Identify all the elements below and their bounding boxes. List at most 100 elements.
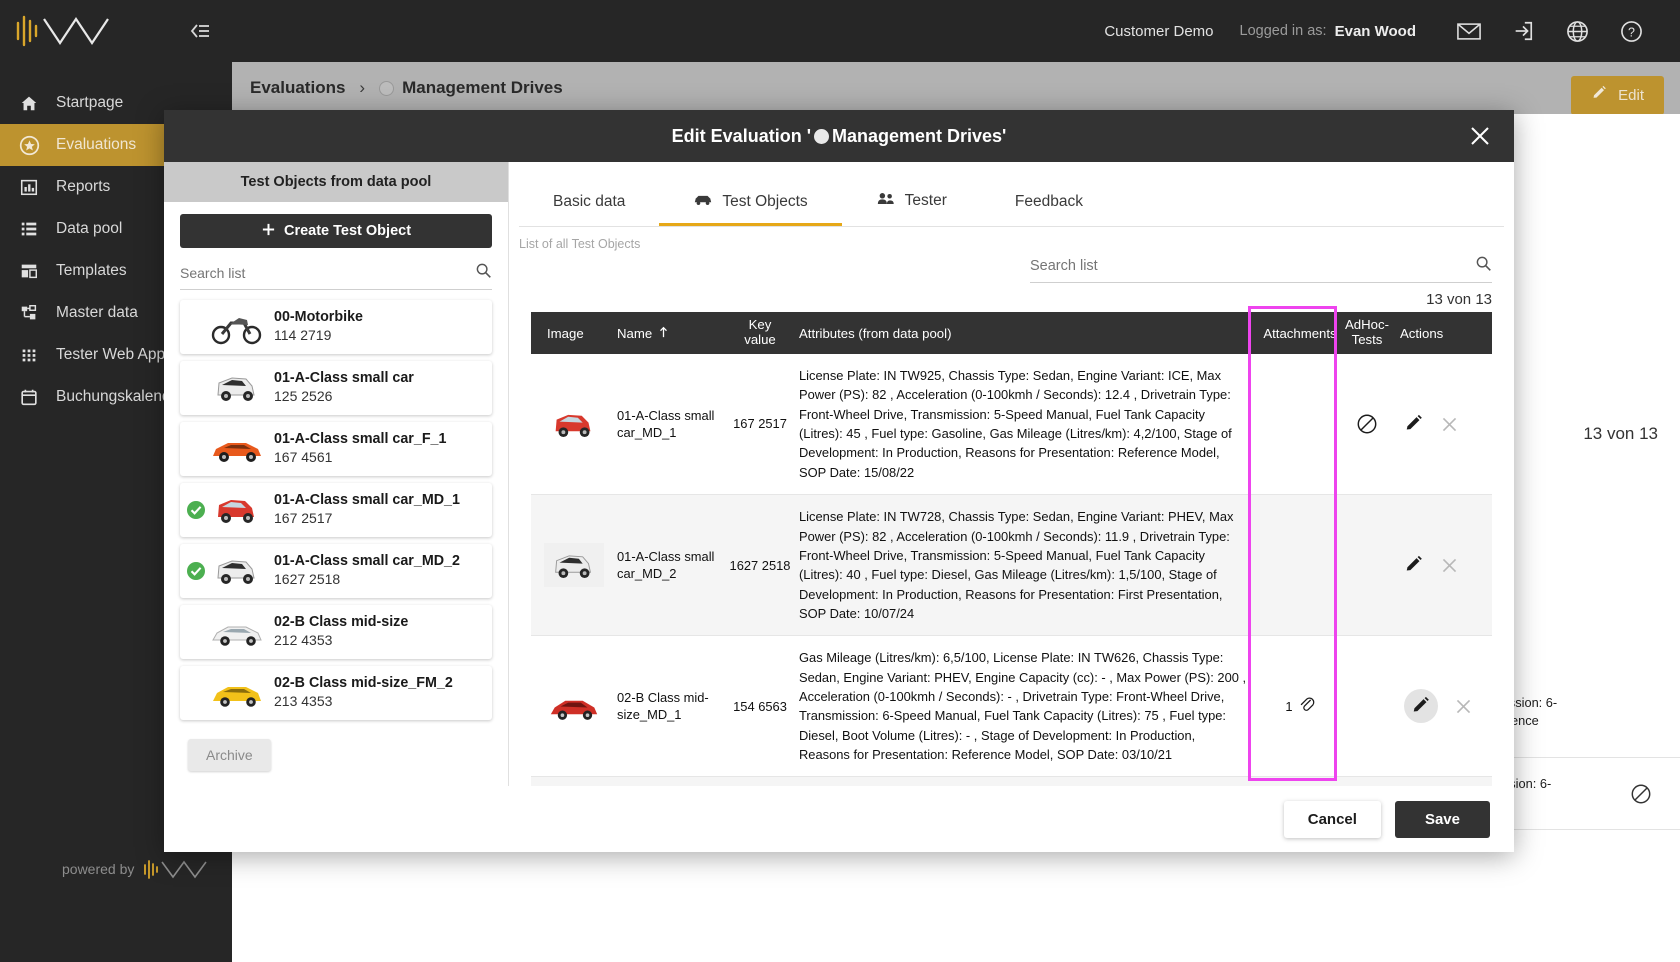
close-x-icon[interactable]	[1440, 556, 1459, 575]
row-name: 01-A-Class small car_MD_1	[617, 407, 715, 441]
collapse-panel-icon[interactable]	[188, 20, 212, 42]
list-item[interactable]: 02-B Class mid-size 212 4353	[180, 605, 492, 659]
dialog-title: Edit Evaluation ' Management Drives '	[672, 126, 1007, 147]
tab-feedback[interactable]: Feedback	[981, 193, 1117, 226]
customer-name: Customer Demo	[1104, 22, 1214, 40]
row-name: 01-A-Class small car_MD_2	[617, 548, 715, 582]
sidebar-item-label: Evaluations	[56, 136, 137, 153]
close-x-icon[interactable]	[1440, 415, 1459, 434]
detail-search-input[interactable]	[1030, 258, 1475, 274]
row-attachments[interactable]: 1	[1258, 636, 1342, 776]
row-adhoc-tests	[1342, 636, 1392, 776]
list-item-name: 02-B Class mid-size	[274, 614, 409, 631]
col-name[interactable]: Name	[617, 326, 729, 341]
attachment-count: 1	[1285, 698, 1293, 714]
sidebar-item-label: Templates	[56, 262, 127, 279]
breadcrumb-current: Management Drives	[402, 78, 563, 97]
list-item-key: 213 4353	[274, 693, 333, 710]
row-attributes: Gas Mileage (Litres/km): 6,5/100, Licens…	[799, 650, 1247, 763]
dialog-footer: Cancel Save	[164, 786, 1514, 852]
wave-logo-small-icon	[144, 860, 208, 879]
grid-dots-icon	[18, 344, 40, 366]
create-test-object-button[interactable]: Create Test Object	[180, 214, 492, 248]
archive-button[interactable]: Archive	[188, 739, 271, 771]
hatch-yellow-icon	[213, 687, 261, 707]
cancel-button[interactable]: Cancel	[1283, 800, 1381, 838]
close-icon[interactable]	[1468, 124, 1492, 148]
pencil-icon[interactable]	[1404, 555, 1424, 575]
motorbike-icon	[211, 318, 262, 345]
detail-subtitle: List of all Test Objects	[519, 237, 641, 251]
row-actions	[1392, 636, 1492, 776]
microcar-white-icon	[555, 555, 592, 578]
powered-by-label: powered by	[62, 861, 135, 877]
search-icon[interactable]	[475, 262, 492, 284]
row-adhoc-tests[interactable]	[1342, 354, 1392, 494]
tab-tester[interactable]: Tester	[842, 191, 981, 226]
calendar-icon	[18, 386, 40, 408]
row-attachments	[1258, 495, 1342, 635]
sports-orange-icon	[213, 443, 261, 462]
dialog-body: Test Objects from data pool Create Test …	[164, 162, 1514, 786]
bar-chart-icon	[18, 176, 40, 198]
row-key: 1627 2518	[729, 557, 791, 573]
table-row[interactable]: 01-A-Class small car_MD_1 167 2517 Licen…	[531, 354, 1492, 496]
logout-icon[interactable]	[1496, 0, 1550, 62]
list-item[interactable]: 02-B Class mid-size_FM_2 213 4353	[180, 666, 492, 720]
search-icon[interactable]	[1475, 255, 1492, 277]
row-adhoc-tests	[1342, 777, 1392, 786]
arrow-up-icon	[658, 326, 669, 341]
pencil-icon[interactable]	[1404, 414, 1424, 434]
blocked-icon	[1631, 784, 1651, 803]
sidebar-item-label: Data pool	[56, 220, 123, 237]
microcar-red-icon	[555, 414, 591, 437]
save-button[interactable]: Save	[1394, 800, 1490, 838]
row-adhoc[interactable]	[1602, 783, 1680, 805]
row-actions	[1392, 495, 1492, 635]
tab-label: Tester	[904, 192, 947, 209]
hierarchy-icon	[18, 302, 40, 324]
sidebar-item-label: Master data	[56, 304, 138, 321]
list-item-key: 212 4353	[274, 632, 333, 649]
table-row[interactable]: 02-B Class mid-size_MD_1 154 6563 Gas Mi…	[531, 636, 1492, 778]
table-row[interactable]: 03-C-Class luxury car_MD_1 154 6564 Lice…	[531, 777, 1492, 786]
user-name: Evan Wood	[1334, 22, 1416, 40]
list-item[interactable]: 01-A-Class small car_MD_1 167 2517	[180, 483, 492, 537]
tab-basic-data[interactable]: Basic data	[519, 193, 659, 226]
list-item[interactable]: 00-Motorbike 114 2719	[180, 300, 492, 354]
close-x-icon[interactable]	[1454, 697, 1473, 716]
col-attachments: Attachments	[1263, 325, 1337, 341]
list-item[interactable]: 01-A-Class small car_MD_2 1627 2518	[180, 544, 492, 598]
mail-icon[interactable]	[1442, 0, 1496, 62]
paperclip-icon[interactable]	[1298, 695, 1315, 717]
list-item[interactable]: 01-A-Class small car 125 2526	[180, 361, 492, 415]
list-item-key: 114 2719	[274, 327, 332, 344]
breadcrumb-root[interactable]: Evaluations	[250, 78, 345, 98]
list-item-name: 01-A-Class small car_MD_2	[274, 553, 460, 570]
col-name-label: Name	[617, 325, 653, 341]
globe-icon[interactable]	[1550, 0, 1604, 62]
table-row[interactable]: 01-A-Class small car_MD_2 1627 2518 Lice…	[531, 495, 1492, 637]
tab-label: Basic data	[553, 193, 626, 210]
pencil-icon[interactable]	[1404, 689, 1438, 724]
pool-header: Test Objects from data pool	[164, 162, 508, 202]
pencil-icon	[1591, 85, 1608, 106]
col-adhoc-tests: AdHoc- Tests	[1345, 317, 1389, 347]
pool-search-input[interactable]	[180, 265, 475, 281]
row-key: 154 6564	[729, 777, 791, 786]
selected-check-icon	[186, 500, 206, 520]
people-icon	[876, 191, 896, 211]
edit-evaluation-dialog: Edit Evaluation ' Management Drives ' Te…	[164, 110, 1514, 852]
list-item[interactable]: 01-A-Class small car_F_1 167 4561	[180, 422, 492, 476]
tab-test-objects[interactable]: Test Objects	[659, 193, 842, 226]
help-icon[interactable]: ?	[1604, 0, 1658, 62]
sidebar-item-label: Reports	[56, 178, 111, 195]
plus-icon	[261, 222, 276, 241]
detail-search	[1030, 255, 1492, 283]
status-dot-icon	[813, 128, 829, 144]
list-item-name: 01-A-Class small car_MD_1	[274, 492, 460, 509]
row-key: 167 2517	[733, 416, 787, 432]
col-attributes: Attributes (from data pool)	[799, 325, 952, 341]
edit-button[interactable]: Edit	[1571, 76, 1664, 115]
pool-list[interactable]: 00-Motorbike 114 2719 01-A-Class small c…	[164, 290, 508, 724]
